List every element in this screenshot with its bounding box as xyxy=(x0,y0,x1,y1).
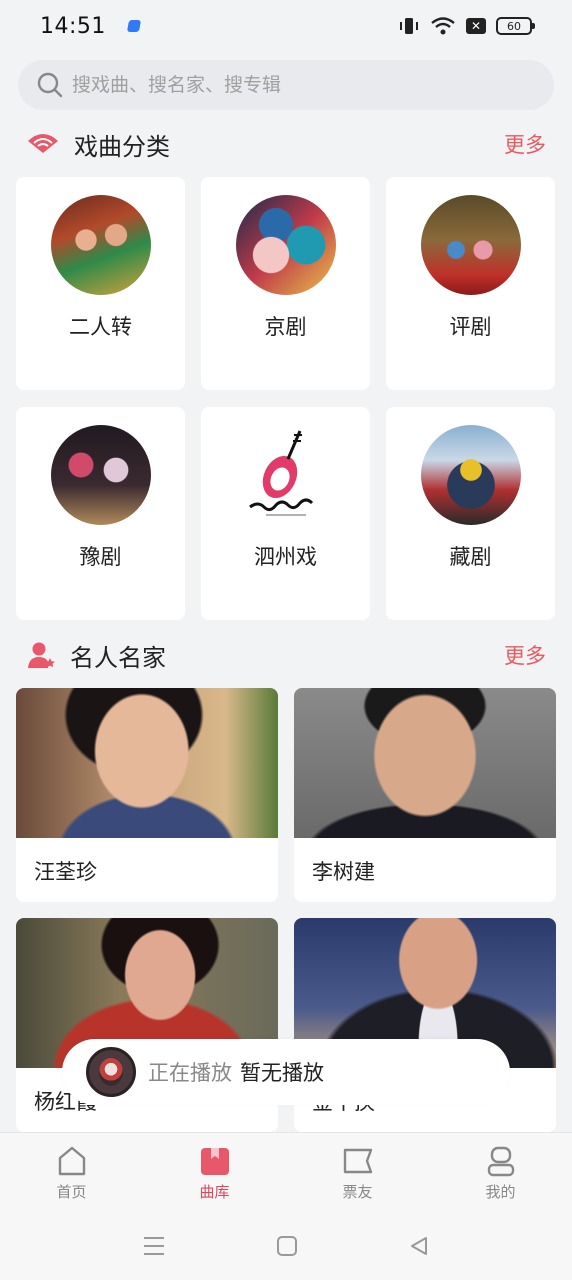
section-title: 戏曲分类 xyxy=(74,132,170,161)
status-time: 14:51 xyxy=(40,13,106,39)
celebrity-header: 名人名家 更多 xyxy=(26,635,546,675)
battery-icon: 60 xyxy=(496,17,535,35)
category-label: 豫剧 xyxy=(79,545,122,569)
tab-home[interactable]: 首页 xyxy=(0,1133,143,1212)
celebrity-card[interactable]: 李树建 xyxy=(294,688,556,902)
now-playing-disc[interactable] xyxy=(86,1047,136,1097)
opera-more-link[interactable]: 更多 xyxy=(504,129,546,159)
home-icon xyxy=(58,1146,85,1176)
celebrity-photo xyxy=(294,688,556,838)
category-label: 评剧 xyxy=(449,315,492,339)
category-image xyxy=(50,195,151,295)
category-label: 藏剧 xyxy=(449,545,492,569)
home-button-icon[interactable] xyxy=(276,1235,298,1257)
category-card-zangju[interactable]: 藏剧 xyxy=(386,407,555,620)
vibrate-icon xyxy=(400,18,418,34)
fan-icon xyxy=(28,134,58,153)
back-icon[interactable] xyxy=(408,1235,430,1257)
tab-library[interactable]: 曲库 xyxy=(143,1133,286,1212)
celebrity-more-link[interactable]: 更多 xyxy=(504,640,546,670)
celebrity-name: 李树建 xyxy=(312,860,375,884)
bottom-tab-bar: 首页 曲库 票友 我的 xyxy=(0,1132,572,1212)
status-bar: 14:51 ✕ 60 xyxy=(0,0,572,52)
tab-profile[interactable]: 我的 xyxy=(429,1133,572,1212)
tab-label: 票友 xyxy=(342,1183,373,1201)
tab-label: 首页 xyxy=(56,1183,87,1201)
search-input[interactable] xyxy=(72,74,512,96)
battery-level: 60 xyxy=(507,19,521,33)
library-icon xyxy=(200,1148,229,1175)
now-playing-label: 正在播放 xyxy=(148,1061,232,1085)
search-icon xyxy=(37,72,63,98)
search-bar[interactable] xyxy=(18,60,554,110)
celebrity-name: 汪荃珍 xyxy=(34,860,97,884)
now-playing-bar[interactable]: 正在播放 暂无播放 xyxy=(62,1039,510,1105)
no-sim-icon: ✕ xyxy=(466,18,486,34)
opera-category-header: 戏曲分类 更多 xyxy=(26,124,546,164)
category-label: 泗州戏 xyxy=(254,545,317,569)
now-playing-value: 暂无播放 xyxy=(240,1061,324,1085)
category-card-sizhouxi[interactable]: 泗州戏 xyxy=(201,407,370,620)
category-image xyxy=(420,425,521,525)
celebrity-card[interactable]: 汪荃珍 xyxy=(16,688,278,902)
pipa-logo-icon xyxy=(248,430,313,516)
status-icons: ✕ 60 xyxy=(398,16,535,36)
category-card-pingju[interactable]: 评剧 xyxy=(386,177,555,390)
category-logo xyxy=(235,425,336,525)
category-card-errenzhuan[interactable]: 二人转 xyxy=(16,177,185,390)
wifi-icon xyxy=(431,17,455,35)
category-card-yuju[interactable]: 豫剧 xyxy=(16,407,185,620)
tab-label: 我的 xyxy=(485,1183,516,1201)
profile-icon xyxy=(487,1146,514,1177)
fans-icon xyxy=(343,1148,372,1174)
tab-fans[interactable]: 票友 xyxy=(286,1133,429,1212)
app-notification-icon xyxy=(126,20,141,32)
menu-icon[interactable] xyxy=(142,1235,166,1257)
tab-label: 曲库 xyxy=(199,1183,230,1201)
section-title: 名人名家 xyxy=(70,643,166,672)
category-image xyxy=(235,195,336,295)
category-card-jingju[interactable]: 京剧 xyxy=(201,177,370,390)
category-image xyxy=(50,425,151,525)
category-label: 京剧 xyxy=(264,315,307,339)
celebrity-photo xyxy=(16,688,278,838)
category-label: 二人转 xyxy=(69,315,132,339)
system-nav-bar xyxy=(0,1212,572,1280)
category-image xyxy=(420,195,521,295)
person-star-icon xyxy=(28,642,55,668)
